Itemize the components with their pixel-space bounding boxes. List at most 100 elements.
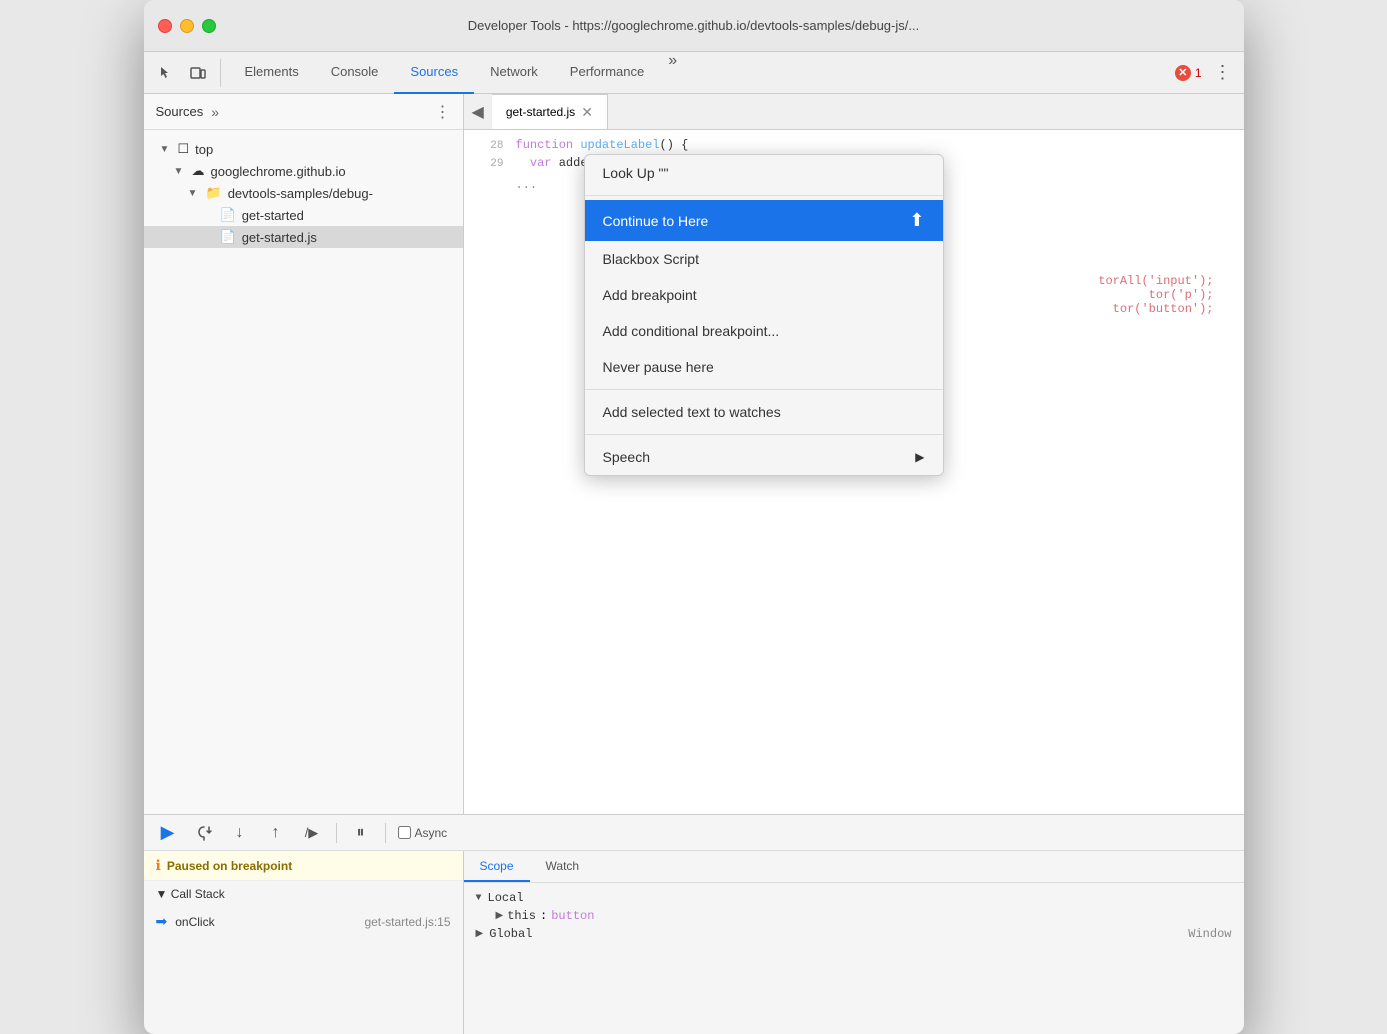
tab-watch[interactable]: Watch xyxy=(530,851,596,882)
tree-item-get-started-js[interactable]: ▶ 📄 get-started.js xyxy=(144,226,463,248)
menu-item-add-watches-label: Add selected text to watches xyxy=(603,404,781,420)
tree-item-top[interactable]: ▼ ☐ top xyxy=(144,138,463,160)
scope-this-colon: : xyxy=(540,909,547,923)
scope-this-key: this xyxy=(507,909,536,923)
left-bottom: ℹ Paused on breakpoint ▼ Call Stack ➡ on… xyxy=(144,851,464,1034)
menu-item-conditional-breakpoint[interactable]: Add conditional breakpoint... xyxy=(585,313,943,349)
menu-item-add-breakpoint[interactable]: Add breakpoint xyxy=(585,277,943,313)
tree-arrow-devtools: ▼ xyxy=(188,188,200,199)
line-number-29: 29 xyxy=(472,158,504,170)
paused-label: Paused on breakpoint xyxy=(167,859,292,873)
async-checkbox[interactable] xyxy=(398,826,411,839)
tree-arrow-github: ▼ xyxy=(174,166,186,177)
folder-icon-devtools: 📁 xyxy=(206,185,222,201)
editor-tab-close[interactable]: ✕ xyxy=(581,105,593,119)
panel-title: Sources xyxy=(156,104,204,119)
cloud-icon-github: ☁ xyxy=(192,163,205,179)
panel-options-button[interactable]: ⋮ xyxy=(435,102,451,122)
minimize-button[interactable] xyxy=(180,19,194,33)
menu-item-lookup-label: Look Up "" xyxy=(603,165,669,181)
pause-button[interactable]: ⏸ xyxy=(349,821,373,845)
menu-item-conditional-breakpoint-label: Add conditional breakpoint... xyxy=(603,323,780,339)
menu-item-add-watches[interactable]: Add selected text to watches xyxy=(585,394,943,430)
menu-separator-1 xyxy=(585,195,943,196)
tree-label-top: top xyxy=(195,142,213,157)
scope-local-header[interactable]: ▼ Local xyxy=(476,891,1232,905)
tab-scope[interactable]: Scope xyxy=(464,851,530,882)
file-tree: ▼ ☐ top ▼ ☁ googlechrome.github.io ▼ 📁 d… xyxy=(144,130,463,814)
editor-tab-label: get-started.js xyxy=(506,105,575,119)
scope-tabs: Scope Watch xyxy=(464,851,1244,883)
debug-toolbar: ▶ ↓ ↑ /▶ ⏸ Async xyxy=(144,815,1244,851)
async-checkbox-label[interactable]: Async xyxy=(398,826,448,840)
right-bottom: Scope Watch ▼ Local ▶ this : button xyxy=(464,851,1244,1034)
main-content: Sources » ⋮ ▼ ☐ top ▼ ☁ googlechrome.git… xyxy=(144,94,1244,814)
scope-this-arrow: ▶ xyxy=(496,910,504,922)
step-into-button[interactable]: ↓ xyxy=(228,821,252,845)
async-label: Async xyxy=(415,826,448,840)
step-over-button[interactable] xyxy=(192,821,216,845)
resume-button[interactable]: ▶ xyxy=(156,821,180,845)
call-stack-item-onclick[interactable]: ➡ onClick get-started.js:15 xyxy=(144,907,463,936)
step-button[interactable]: /▶ xyxy=(300,821,324,845)
tree-label-devtools: devtools-samples/debug- xyxy=(228,186,373,201)
tree-item-github[interactable]: ▼ ☁ googlechrome.github.io xyxy=(144,160,463,182)
tab-sources[interactable]: Sources xyxy=(394,52,474,94)
scope-local-label: Local xyxy=(488,891,524,905)
tab-elements[interactable]: Elements xyxy=(229,52,315,94)
maximize-button[interactable] xyxy=(202,19,216,33)
call-stack-label: ▼ Call Stack xyxy=(156,887,225,901)
js-file-icon: 📄 xyxy=(220,229,236,245)
tree-label-get-started-js: get-started.js xyxy=(242,230,317,245)
context-menu: Look Up "" Continue to Here ⬆ Blackbox S… xyxy=(584,154,944,476)
scope-global-header[interactable]: ▶ Global Window xyxy=(476,927,1232,941)
submenu-arrow-icon: ▶ xyxy=(915,450,924,464)
folder-icon-top: ☐ xyxy=(178,141,190,157)
tree-arrow-top: ▼ xyxy=(160,144,172,155)
panel-header: Sources » ⋮ xyxy=(144,94,463,130)
left-panel: Sources » ⋮ ▼ ☐ top ▼ ☁ googlechrome.git… xyxy=(144,94,464,814)
file-icon-get-started: 📄 xyxy=(220,207,236,223)
line-number-28: 28 xyxy=(472,140,504,152)
error-badge[interactable]: ✕ 1 xyxy=(1175,65,1202,81)
right-code-line-1: torAll('input'); xyxy=(1098,274,1213,288)
menu-item-continue[interactable]: Continue to Here ⬆ xyxy=(585,200,943,241)
debug-sep-2 xyxy=(385,823,386,843)
debug-sep xyxy=(336,823,337,843)
tree-item-get-started[interactable]: ▶ 📄 get-started xyxy=(144,204,463,226)
menu-item-speech[interactable]: Speech ▶ xyxy=(585,439,943,475)
editor-prev-tab[interactable]: ◀ xyxy=(472,94,492,129)
right-code-line-3: tor('button'); xyxy=(1098,302,1213,316)
cursor-icon-menu: ⬆ xyxy=(909,210,924,231)
tab-performance[interactable]: Performance xyxy=(554,52,660,94)
tree-label-get-started: get-started xyxy=(242,208,304,223)
menu-item-continue-label: Continue to Here xyxy=(603,213,709,229)
scope-global-arrow: ▶ xyxy=(476,928,484,940)
device-toggle-icon[interactable] xyxy=(184,59,212,87)
editor-tab-get-started-js[interactable]: get-started.js ✕ xyxy=(492,94,608,129)
menu-item-blackbox-label: Blackbox Script xyxy=(603,251,699,267)
menu-item-blackbox[interactable]: Blackbox Script xyxy=(585,241,943,277)
menu-item-never-pause[interactable]: Never pause here xyxy=(585,349,943,385)
bottom-content: ℹ Paused on breakpoint ▼ Call Stack ➡ on… xyxy=(144,851,1244,1034)
tab-network[interactable]: Network xyxy=(474,52,554,94)
title-bar: Developer Tools - https://googlechrome.g… xyxy=(144,0,1244,52)
menu-item-lookup[interactable]: Look Up "" xyxy=(585,155,943,191)
scope-local-arrow: ▼ xyxy=(476,893,482,904)
call-stack-header[interactable]: ▼ Call Stack xyxy=(144,881,463,907)
scope-this-prop[interactable]: ▶ this : button xyxy=(476,909,1232,923)
close-button[interactable] xyxy=(158,19,172,33)
panel-more-button[interactable]: » xyxy=(211,104,219,120)
tab-console[interactable]: Console xyxy=(315,52,395,94)
call-stack-fn-name: onClick xyxy=(175,915,214,929)
scope-global-label: Global xyxy=(489,927,532,941)
scope-content: ▼ Local ▶ this : button ▶ Global Window xyxy=(464,883,1244,949)
call-stack-file-ref: get-started.js:15 xyxy=(364,915,450,929)
tree-item-devtools[interactable]: ▼ 📁 devtools-samples/debug- xyxy=(144,182,463,204)
more-tabs-button[interactable]: » xyxy=(660,52,685,94)
toolbar-icons xyxy=(152,59,221,87)
more-options-button[interactable]: ⋮ xyxy=(1210,62,1236,83)
step-out-button[interactable]: ↑ xyxy=(264,821,288,845)
cursor-icon[interactable] xyxy=(152,59,180,87)
devtools-tabs: Elements Console Sources Network Perform… xyxy=(229,52,686,94)
